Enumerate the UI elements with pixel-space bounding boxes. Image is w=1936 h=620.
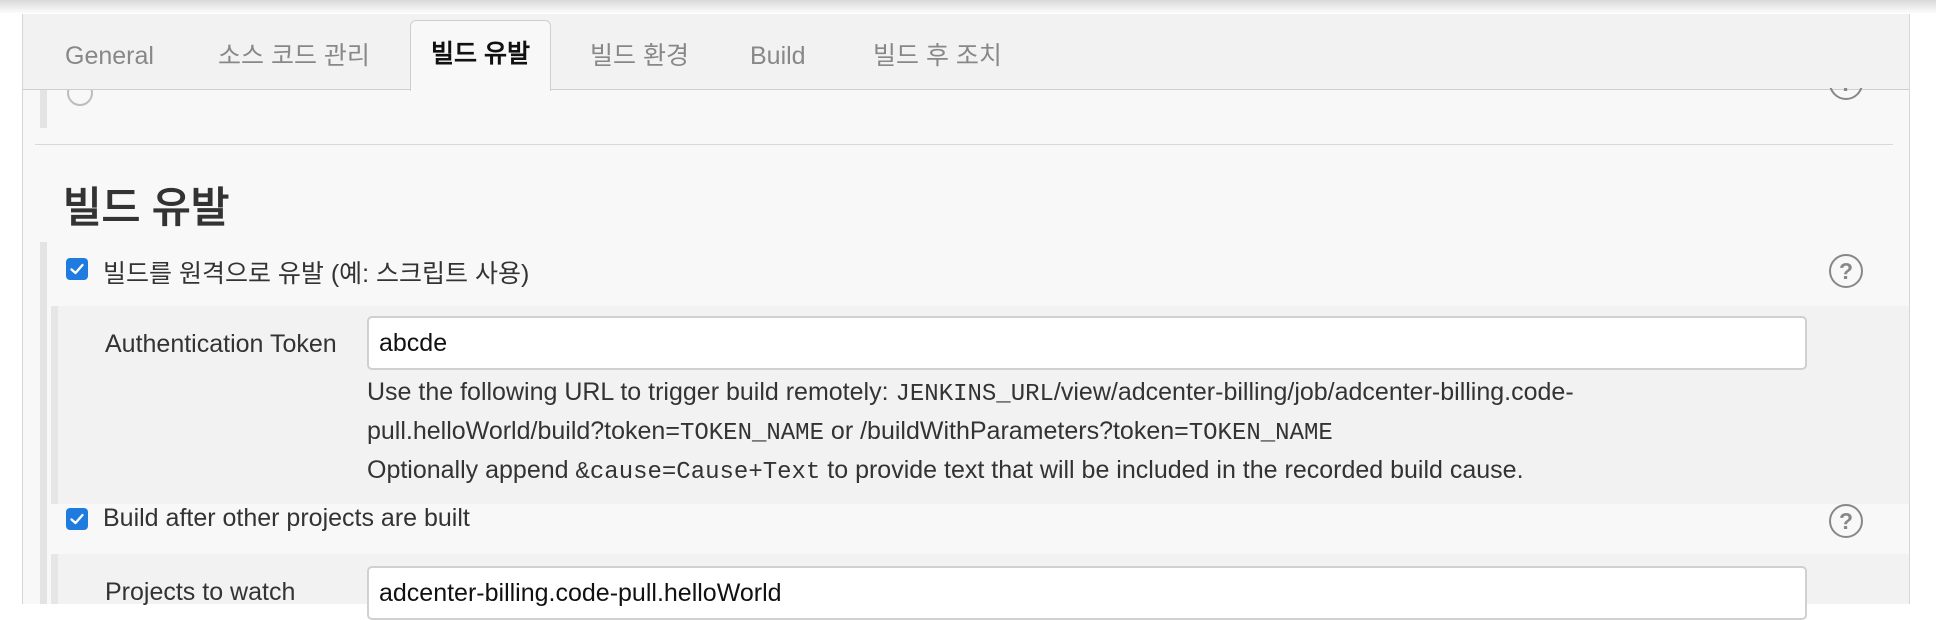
desc-url-path: /view/adcenter-billing/job/adcenter-bill… xyxy=(1053,378,1574,406)
projects-to-watch-input[interactable]: adcenter-billing.code-pull.helloWorld xyxy=(367,566,1807,620)
build-after-help-icon[interactable]: ? xyxy=(1829,504,1863,538)
tab-build-triggers[interactable]: 빌드 유발 xyxy=(410,20,551,91)
details-left-bar xyxy=(51,306,58,504)
desc-with-params: or /buildWithParameters?token= xyxy=(823,417,1189,445)
desc-jenkins-url: JENKINS_URL xyxy=(895,381,1054,408)
tab-bar: General 소스 코드 관리 빌드 유발 빌드 환경 Build 빌드 후 … xyxy=(23,14,1909,91)
tab-source-code[interactable]: 소스 코드 관리 xyxy=(218,34,370,79)
desc-url-path-2: pull.helloWorld/build?token= xyxy=(367,417,680,445)
section-title: 빌드 유발 xyxy=(63,184,230,231)
trigger-remote-label[interactable]: 빌드를 원격으로 유발 (예: 스크립트 사용) xyxy=(103,254,529,290)
build-after-checkbox[interactable] xyxy=(66,508,88,530)
config-panel: General 소스 코드 관리 빌드 유발 빌드 환경 Build 빌드 후 … xyxy=(22,14,1910,620)
desc-optional: Optionally append xyxy=(367,456,576,484)
projects-to-watch-label: Projects to watch xyxy=(105,578,296,606)
tab-build-environment[interactable]: 빌드 환경 xyxy=(590,34,689,79)
auth-token-label: Authentication Token xyxy=(105,330,337,358)
desc-token-name-2: TOKEN_NAME xyxy=(1188,420,1333,447)
prev-section-bar xyxy=(40,90,47,128)
tab-general[interactable]: General xyxy=(65,34,154,79)
trigger-url-description: Use the following URL to trigger build r… xyxy=(367,374,1787,491)
tab-build[interactable]: Build xyxy=(750,34,806,79)
auth-token-input[interactable]: abcde xyxy=(367,316,1807,370)
trigger-remote-checkbox[interactable] xyxy=(66,258,88,280)
build-after-label[interactable]: Build after other projects are built xyxy=(103,504,470,533)
desc-cause-text: to provide text that will be included in… xyxy=(820,456,1524,484)
build-after-left-bar xyxy=(51,554,58,604)
check-icon xyxy=(70,263,84,275)
tab-post-build[interactable]: 빌드 후 조치 xyxy=(873,34,1002,79)
trigger-remote-help-icon[interactable]: ? xyxy=(1829,254,1863,288)
section-divider xyxy=(35,144,1893,145)
check-icon xyxy=(70,513,84,525)
desc-cause-param: &cause=Cause+Text xyxy=(575,459,821,486)
top-shadow xyxy=(0,0,1936,14)
desc-token-name: TOKEN_NAME xyxy=(679,420,824,447)
desc-text: Use the following URL to trigger build r… xyxy=(367,378,896,406)
triggers-left-bar xyxy=(40,242,47,604)
